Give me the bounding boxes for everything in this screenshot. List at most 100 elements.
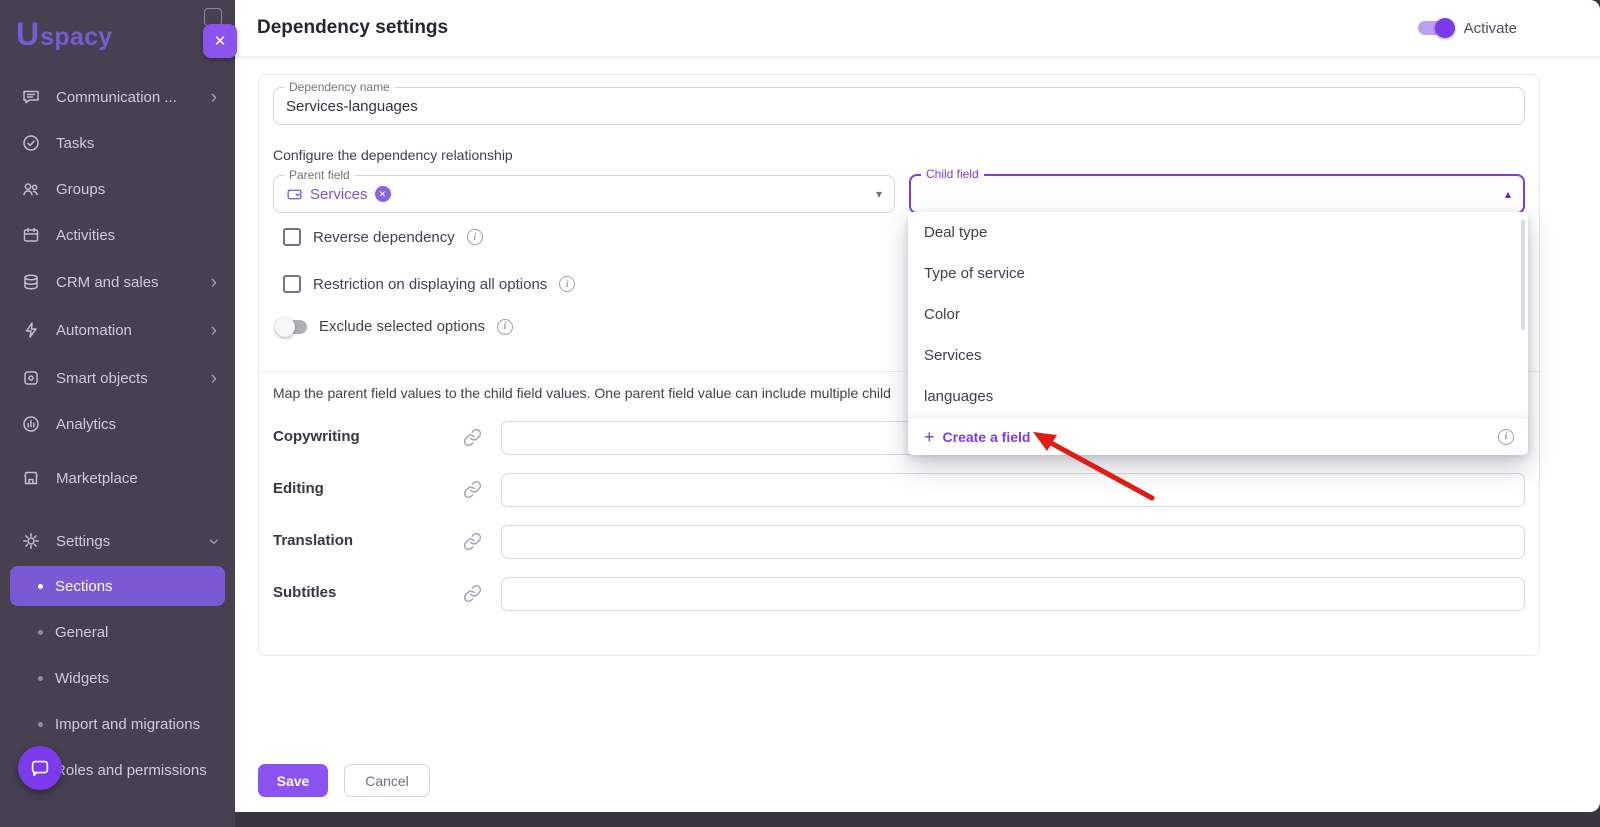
sidebar-subitem-label: Import and migrations [55,716,200,733]
reverse-dependency-label: Reverse dependency [313,229,455,246]
dropdown-option-languages[interactable]: languages [908,376,1528,417]
bullet-icon [38,722,43,727]
create-field-button[interactable]: + Create a field i [908,417,1528,455]
sidebar-subitem-label: Roles and permissions [55,762,207,779]
dropdown-option-color[interactable]: Color [908,294,1528,335]
sidebar-subitem-label: Sections [55,578,113,595]
sidebar-subitem-general[interactable]: General [10,612,225,652]
plus-icon: + [924,428,935,446]
bullet-icon [38,676,43,681]
chevron-right-icon: › [211,321,217,340]
chat-bubble-icon [29,757,51,779]
dropdown-option-type-of-service[interactable]: Type of service [908,253,1528,294]
sidebar-item-label: Communication ... [56,89,177,106]
dropdown-scrollbar[interactable] [1521,220,1525,330]
exclude-options-label: Exclude selected options [319,318,485,335]
parent-field-chip: Services ✕ [286,186,391,203]
mapping-row-editing: Editing [259,472,1539,512]
smart-objects-icon [20,367,42,389]
sidebar-item-automation[interactable]: Automation › [10,310,227,350]
sidebar-subitem-sections[interactable]: Sections [10,566,225,606]
settings-gear-icon [20,530,42,552]
child-field-label: Child field [921,167,984,181]
sidebar-item-label: Automation [56,322,132,339]
link-icon [463,428,482,447]
exclude-options-row: Exclude selected options i [277,318,513,335]
logo-name: spacy [40,23,112,52]
sidebar-subitem-label: General [55,624,108,641]
analytics-icon [20,413,42,435]
sidebar-item-label: Smart objects [56,370,148,387]
sidebar-item-label: Tasks [56,135,94,152]
link-icon [463,584,482,603]
chat-launcher-button[interactable] [18,746,62,790]
info-icon[interactable]: i [497,319,513,335]
remove-chip-icon[interactable]: ✕ [375,186,391,202]
save-button[interactable]: Save [258,764,328,797]
info-icon[interactable]: i [1498,429,1514,445]
bullet-icon [38,630,43,635]
parent-field-label: Parent field [284,168,355,182]
mapping-row-label: Copywriting [273,428,360,445]
mapping-row-label: Editing [273,480,324,497]
reverse-dependency-checkbox[interactable] [283,228,301,246]
child-field-dropdown: Deal type Type of service Color Services… [908,212,1528,455]
toggle-knob [275,317,295,337]
activities-icon [20,224,42,246]
info-icon[interactable]: i [559,276,575,292]
activate-control: Activate [1418,0,1517,56]
create-field-label: Create a field [943,429,1031,445]
link-icon [463,480,482,499]
sidebar-item-communication[interactable]: Communication ... › [10,77,227,117]
sidebar-item-marketplace[interactable]: Marketplace [10,458,227,498]
sidebar: Uspacy Communication ... › Tasks Groups … [0,0,235,827]
mapping-row-subtitles: Subtitles [259,576,1539,616]
mapping-value-input[interactable] [501,577,1525,611]
sidebar-item-analytics[interactable]: Analytics [10,404,227,444]
sidebar-item-groups[interactable]: Groups [10,169,227,209]
child-field-select[interactable]: Child field ▴ [909,174,1525,214]
sidebar-item-smart-objects[interactable]: Smart objects › [10,358,227,398]
sidebar-item-label: Groups [56,181,105,198]
chevron-right-icon: › [211,273,217,292]
sidebar-item-label: Analytics [56,416,116,433]
parent-field-chip-label: Services [310,186,368,203]
sidebar-item-tasks[interactable]: Tasks [10,123,227,163]
mapping-row-translation: Translation [259,524,1539,564]
restriction-checkbox[interactable] [283,275,301,293]
dependency-name-field[interactable]: Dependency name Services-languages [273,87,1525,125]
mapping-row-label: Subtitles [273,584,336,601]
restriction-label: Restriction on displaying all options [313,276,547,293]
logo-letter: U [16,16,39,53]
marketplace-icon [20,467,42,489]
toggle-knob [1435,18,1455,38]
mapping-value-input[interactable] [501,525,1525,559]
crm-icon [20,271,42,293]
sidebar-subitem-widgets[interactable]: Widgets [10,658,225,698]
sidebar-item-settings[interactable]: Settings › [10,521,227,561]
tasks-icon [20,132,42,154]
uspacy-logo[interactable]: Uspacy [16,16,113,53]
sidebar-item-label: Activities [56,227,115,244]
chevron-down-icon: › [204,538,223,544]
activate-toggle[interactable] [1418,21,1452,35]
dependency-settings-panel: Dependency settings Activate Dependency … [235,0,1600,812]
field-icon [286,186,303,203]
mapping-value-input[interactable] [501,473,1525,507]
sidebar-item-activities[interactable]: Activities [10,215,227,255]
info-icon[interactable]: i [467,229,483,245]
caret-up-icon[interactable]: ▴ [1505,187,1511,201]
close-panel-button[interactable]: ✕ [203,24,237,58]
automation-icon [20,319,42,341]
link-icon [463,532,482,551]
parent-field-select[interactable]: Parent field Services ✕ ▾ [273,175,895,213]
dependency-name-value: Services-languages [286,98,418,115]
exclude-options-toggle[interactable] [277,320,307,334]
dropdown-option-deal-type[interactable]: Deal type [908,212,1528,253]
sidebar-item-crm[interactable]: CRM and sales › [10,262,227,302]
cancel-button[interactable]: Cancel [344,764,430,797]
caret-down-icon[interactable]: ▾ [876,187,882,201]
dropdown-option-services[interactable]: Services [908,335,1528,376]
sidebar-subitem-import-migrations[interactable]: Import and migrations [10,704,225,744]
reverse-dependency-row: Reverse dependency i [283,228,483,246]
